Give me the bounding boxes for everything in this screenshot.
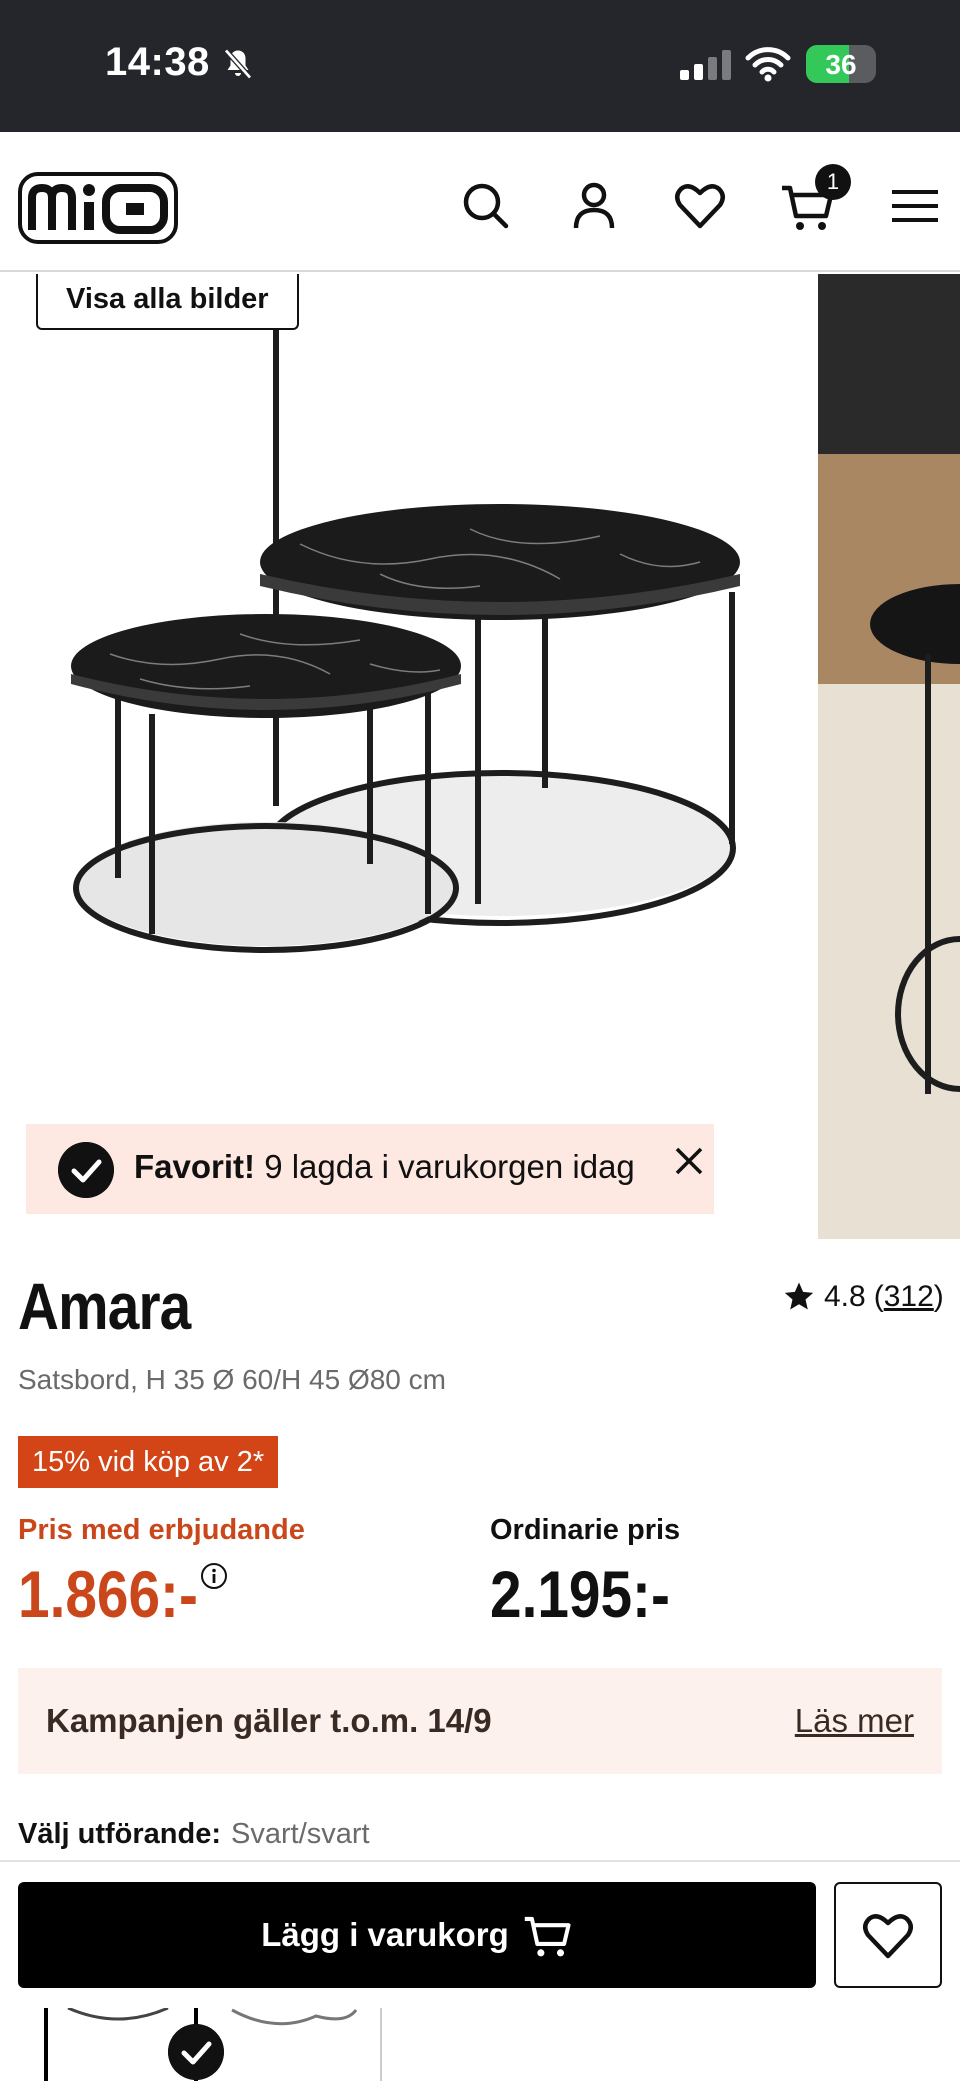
rating-value: 4.8 bbox=[824, 1280, 866, 1313]
variant-selector-label: Välj utförande: Svart/svart bbox=[18, 1818, 370, 1851]
cart-icon bbox=[524, 1916, 571, 1957]
battery-level: 36 bbox=[825, 49, 857, 80]
bell-muted-icon bbox=[224, 48, 252, 80]
heart-icon bbox=[863, 1914, 913, 1959]
product-image-main[interactable] bbox=[0, 274, 805, 1239]
campaign-text: Kampanjen gäller t.o.m. 14/9 bbox=[46, 1702, 492, 1739]
favorite-banner: Favorit! 9 lagda i varukorgen idag bbox=[26, 1124, 714, 1214]
add-to-cart-label: Lägg i varukorg bbox=[261, 1916, 509, 1953]
favorite-banner-message: 9 lagda i varukorgen idag bbox=[264, 1148, 635, 1185]
product-gallery[interactable]: Visa alla bilder Favorit! 9 lagda i varu… bbox=[0, 274, 960, 1239]
variant-thumb-image bbox=[231, 2008, 358, 2026]
account-icon[interactable] bbox=[566, 178, 622, 234]
regular-price: 2.195:- bbox=[490, 1557, 670, 1631]
campaign-banner: Kampanjen gäller t.o.m. 14/9 Läs mer bbox=[18, 1668, 942, 1774]
product-rating[interactable]: 4.8 (312) bbox=[782, 1280, 944, 1314]
favorite-banner-text: Favorit! 9 lagda i varukorgen idag bbox=[134, 1148, 635, 1186]
search-icon[interactable] bbox=[458, 178, 514, 234]
offer-price: 1.866:- bbox=[18, 1557, 198, 1631]
product-title: Amara bbox=[18, 1269, 191, 1343]
variant-label: Välj utförande: bbox=[18, 1818, 222, 1850]
star-icon bbox=[784, 1282, 814, 1310]
review-count-wrapper[interactable]: (312) bbox=[874, 1280, 944, 1314]
read-more-link[interactable]: Läs mer bbox=[795, 1702, 914, 1740]
add-to-cart-button[interactable]: Lägg i varukorg bbox=[18, 1882, 816, 1988]
menu-icon[interactable] bbox=[888, 178, 944, 234]
offer-price-label: Pris med erbjudande bbox=[18, 1514, 305, 1546]
close-icon[interactable] bbox=[672, 1144, 706, 1178]
variant-thumb[interactable] bbox=[206, 2008, 382, 2081]
status-time: 14:38 bbox=[105, 40, 210, 84]
regular-price-label: Ordinarie pris bbox=[490, 1514, 681, 1546]
sticky-action-bar: Lägg i varukorg bbox=[0, 1860, 960, 2008]
add-to-wishlist-button[interactable] bbox=[834, 1882, 942, 1988]
mio-logo[interactable] bbox=[18, 172, 178, 244]
battery-indicator: 36 bbox=[806, 45, 876, 83]
wishlist-icon[interactable] bbox=[672, 178, 728, 234]
show-all-images-button[interactable]: Visa alla bilder bbox=[36, 274, 299, 330]
info-icon[interactable] bbox=[200, 1562, 228, 1590]
review-count-link[interactable]: 312 bbox=[884, 1280, 934, 1313]
wifi-icon bbox=[745, 47, 791, 82]
favorite-banner-bold: Favorit! bbox=[134, 1148, 256, 1185]
product-image-next[interactable] bbox=[818, 274, 960, 1239]
variant-thumbnails bbox=[0, 2008, 960, 2081]
check-circle-icon bbox=[58, 1142, 114, 1198]
variant-thumb-selected[interactable] bbox=[44, 2008, 224, 2081]
site-header: 1 bbox=[0, 132, 960, 272]
status-bar: 14:38 36 bbox=[0, 0, 960, 132]
cart-count-badge: 1 bbox=[815, 164, 851, 200]
signal-icon bbox=[680, 50, 731, 80]
product-description: Satsbord, H 35 Ø 60/H 45 Ø80 cm bbox=[18, 1364, 446, 1395]
variant-value: Svart/svart bbox=[231, 1818, 370, 1850]
promo-badge: 15% vid köp av 2* bbox=[18, 1436, 279, 1488]
